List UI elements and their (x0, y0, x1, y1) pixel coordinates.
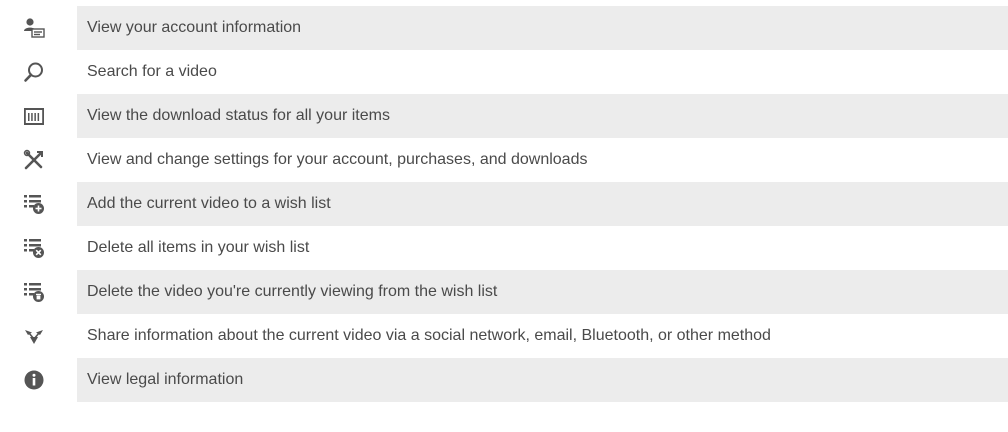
search-icon (23, 61, 45, 83)
row-description: Share information about the current vide… (87, 327, 771, 344)
row-description: Delete all items in your wish list (87, 239, 310, 256)
wishlist-delete-icon (23, 281, 45, 303)
table-row-share: Share information about the current vide… (0, 314, 1008, 358)
row-description: View the download status for all your it… (77, 94, 1008, 138)
icon-cell (0, 226, 77, 270)
row-description: View your account information (77, 6, 1008, 50)
account-icon (23, 17, 45, 39)
table-row-account: View your account information (0, 6, 1008, 50)
icon-cell (0, 182, 77, 226)
icon-cell (0, 314, 77, 358)
icon-cell (0, 358, 77, 402)
row-description: Search for a video (87, 63, 217, 80)
settings-tools-icon (23, 149, 45, 171)
row-description: Delete the video you're currently viewin… (77, 270, 1008, 314)
icon-legend-table: View your account information Search for… (0, 0, 1008, 432)
icon-cell (0, 6, 77, 50)
info-icon (23, 369, 45, 391)
wishlist-clear-icon (23, 237, 45, 259)
icon-cell (0, 138, 77, 182)
table-row-search: Search for a video (0, 50, 1008, 94)
table-row-legal: View legal information (0, 358, 1008, 402)
icon-cell (0, 94, 77, 138)
table-row-wishlist-clear: Delete all items in your wish list (0, 226, 1008, 270)
table-row-downloads: View the download status for all your it… (0, 94, 1008, 138)
wishlist-add-icon (23, 193, 45, 215)
table-row-wishlist-add: Add the current video to a wish list (0, 182, 1008, 226)
row-description: View legal information (77, 358, 1008, 402)
table-row-wishlist-delete: Delete the video you're currently viewin… (0, 270, 1008, 314)
row-description: View and change settings for your accoun… (87, 151, 588, 168)
download-status-icon (23, 105, 45, 127)
share-icon (23, 325, 45, 347)
icon-cell (0, 50, 77, 94)
icon-cell (0, 270, 77, 314)
row-description: Add the current video to a wish list (77, 182, 1008, 226)
table-row-settings: View and change settings for your accoun… (0, 138, 1008, 182)
